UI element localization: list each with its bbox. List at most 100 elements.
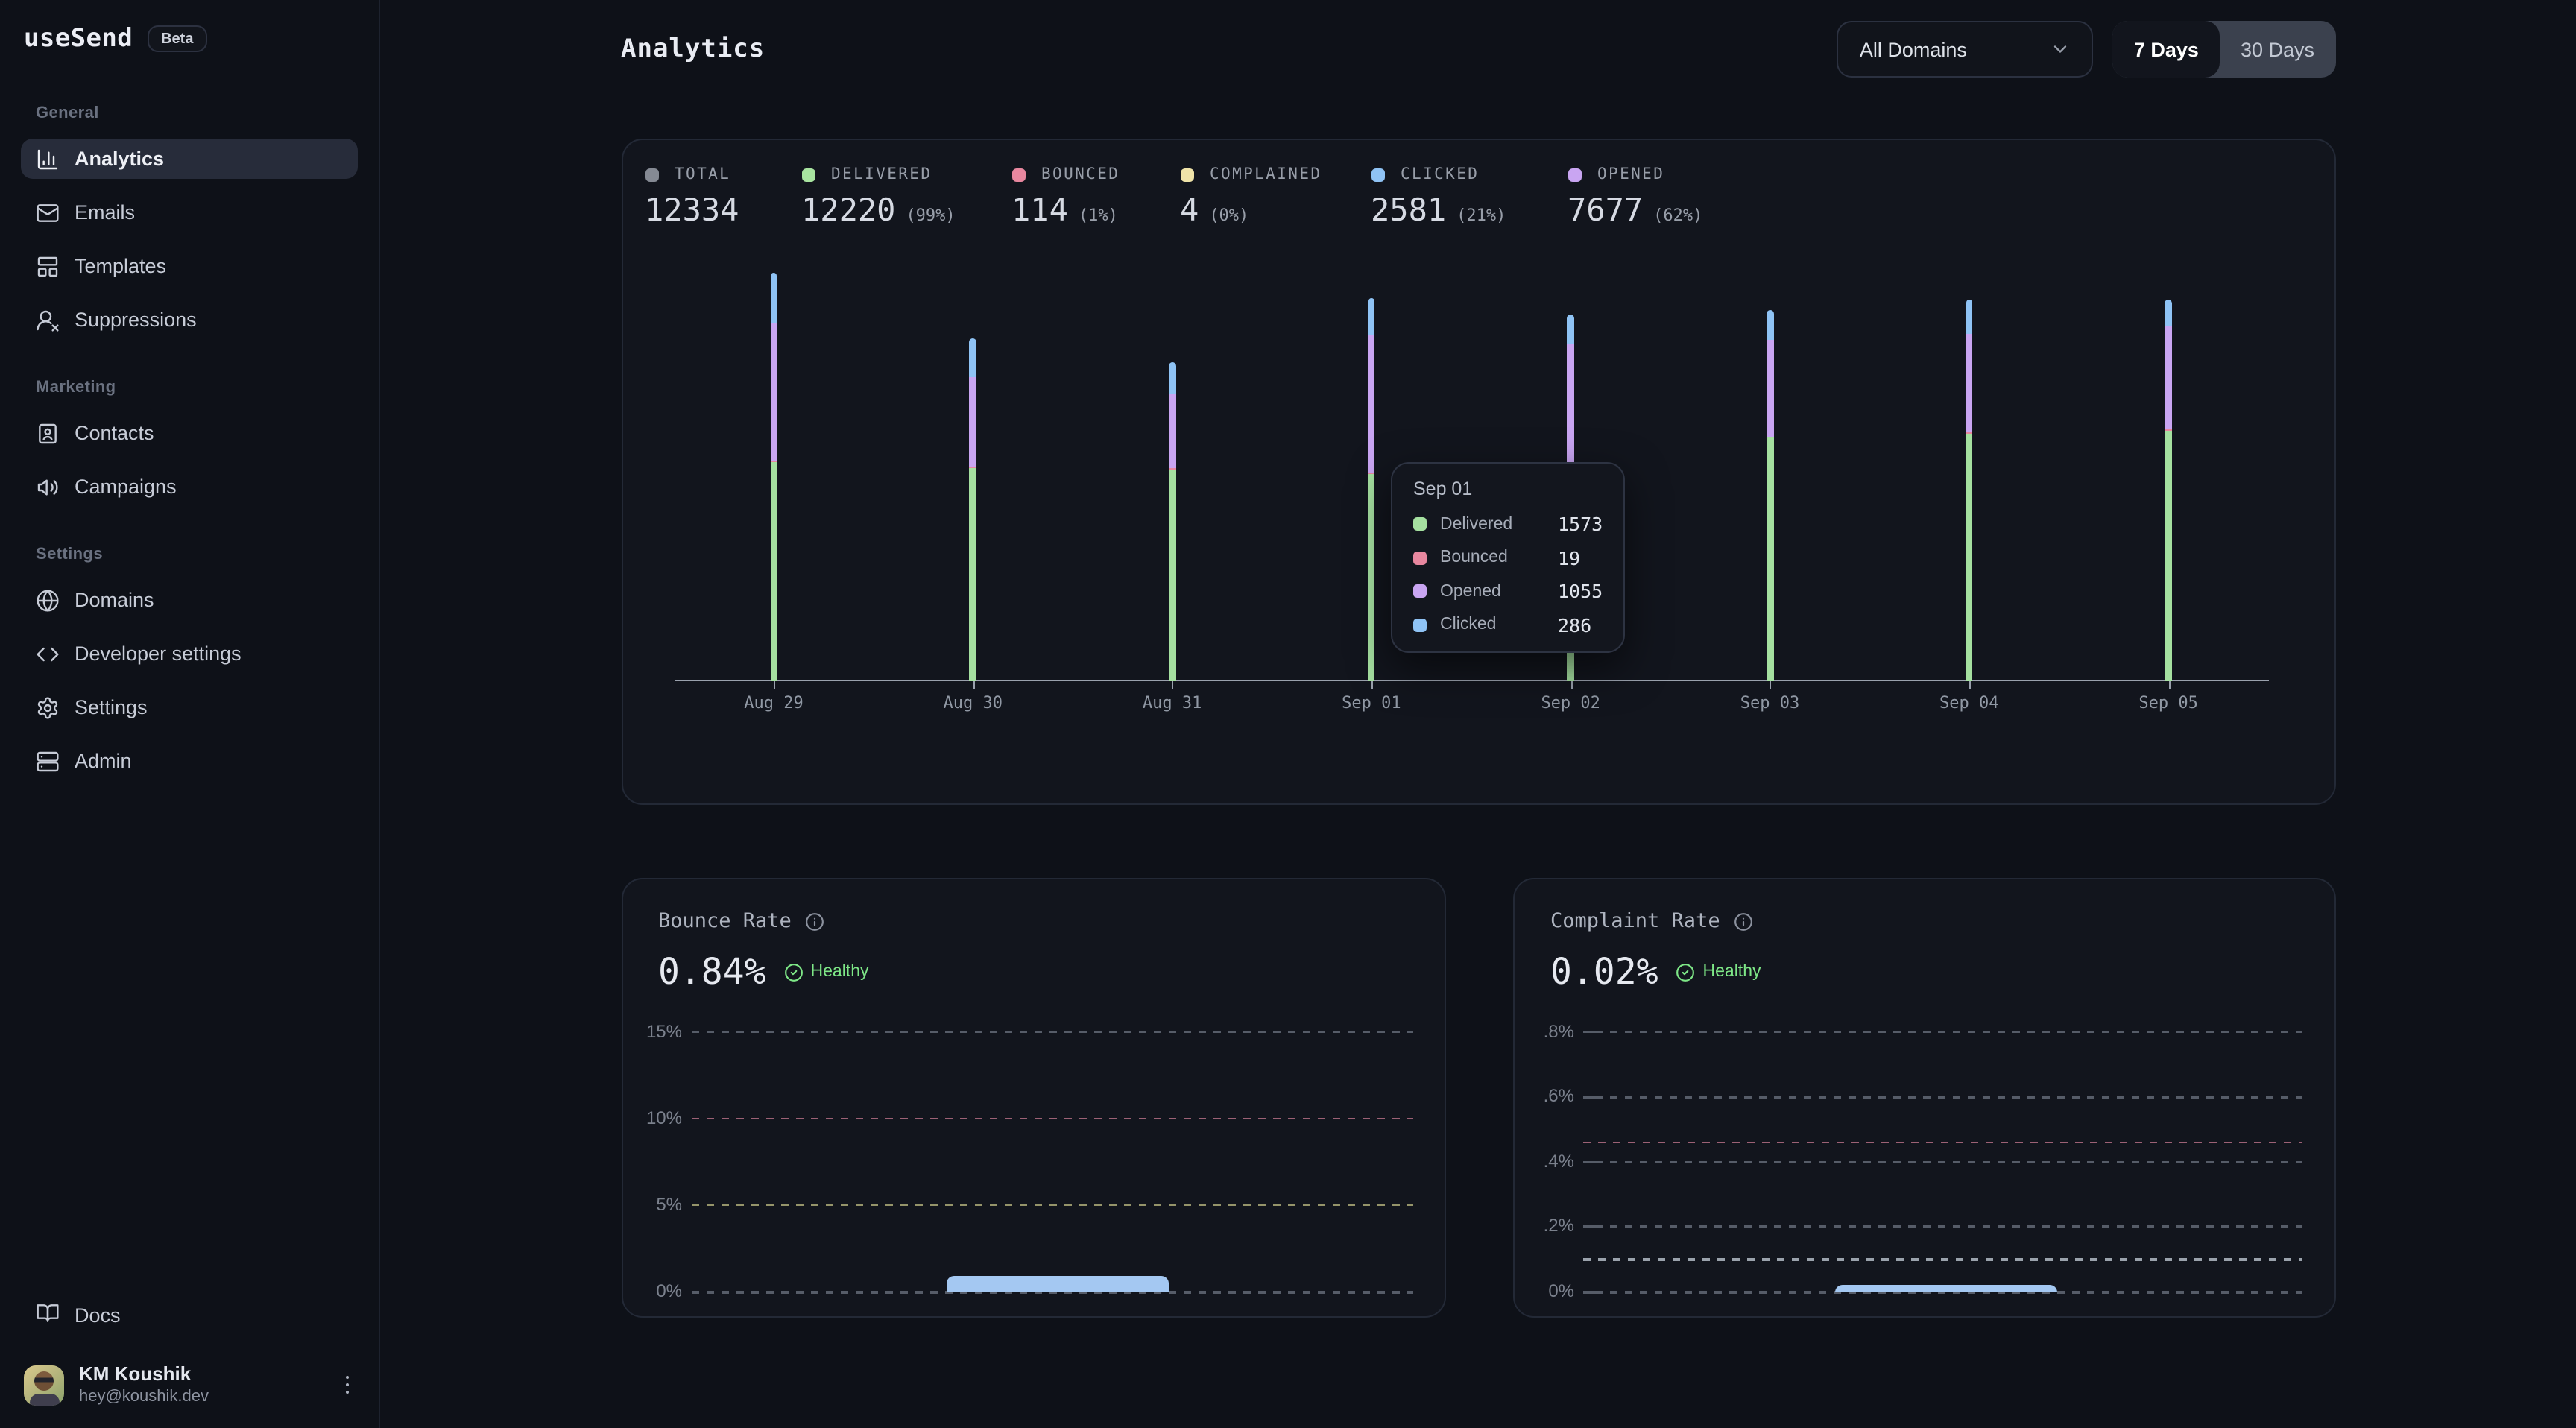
sidebar-item-admin[interactable]: Admin [21, 741, 358, 781]
stacked-bar-sep-03[interactable] [1767, 310, 1773, 682]
bar-segment-clicked [1368, 298, 1374, 335]
sidebar-item-emails[interactable]: Emails [21, 192, 358, 233]
rate-bar[interactable] [946, 1276, 1169, 1293]
domain-filter-value: All Domains [1860, 38, 1967, 60]
x-axis-label: Sep 03 [1718, 693, 1822, 713]
sidebar-item-label: Developer settings [75, 642, 242, 665]
complaint-rate-value: 0.02% [1550, 954, 1658, 990]
sidebar-section: SettingsDomainsDeveloper settingsSetting… [21, 546, 358, 781]
sidebar-item-label: Contacts [75, 422, 154, 444]
y-axis-tick [1583, 1031, 1603, 1033]
tooltip-value: 1055 [1558, 580, 1603, 602]
sidebar-nav: General Analytics Emails Templates Suppressi… [21, 66, 358, 794]
x-axis-tick [1969, 680, 1971, 688]
y-axis-tick [1583, 1096, 1603, 1098]
gridline-dashes [1610, 1031, 2302, 1033]
y-axis-label: 0% [1524, 1280, 1574, 1301]
user-menu-icon[interactable] [339, 1370, 355, 1400]
tooltip-color-chip [1413, 618, 1427, 631]
tooltip-label: Delivered [1440, 515, 1512, 533]
app-logo: useSend [24, 24, 133, 54]
tooltip-row-clicked: Clicked286 [1413, 615, 1602, 634]
y-axis-label: 5% [631, 1194, 682, 1215]
stacked-bar-sep-01[interactable] [1368, 298, 1374, 682]
tooltip-row-delivered: Delivered1573 [1413, 514, 1602, 534]
gear-icon [36, 695, 60, 719]
server-icon [36, 749, 60, 773]
rate-cards-row: Bounce Rate 0.84% Healthy 15%10%5%0% [621, 878, 2335, 1317]
sidebar-item-label: Analytics [75, 148, 164, 170]
complaint-status-badge: Healthy [1676, 962, 1761, 982]
toggle-30-days[interactable]: 30 Days [2220, 21, 2335, 78]
sidebar-item-label: Templates [75, 255, 166, 277]
toggle-7-days[interactable]: 7 Days [2113, 21, 2220, 78]
y-axis-label: 10% [631, 1107, 682, 1128]
x-axis-tick [973, 680, 974, 688]
sidebar-item-label: Suppressions [75, 309, 197, 331]
tooltip-label: Bounced [1440, 549, 1508, 566]
y-axis-label: .6% [1524, 1085, 1574, 1106]
gridline-threshold-0.1 [1515, 1258, 2334, 1261]
tooltip-color-chip [1413, 551, 1427, 564]
sidebar-item-domains[interactable]: Domains [21, 580, 358, 620]
template-icon [36, 254, 60, 278]
bar-segment-opened [1169, 394, 1175, 468]
bar-segment-delivered [2165, 431, 2172, 682]
check-circle-icon [1676, 962, 1696, 982]
user-row[interactable]: KM Koushik hey@koushik.dev [21, 1359, 358, 1410]
bounce-status-badge: Healthy [784, 962, 869, 982]
x-axis-label: Aug 30 [921, 693, 1025, 713]
gridline-dashes [1583, 1141, 2302, 1143]
x-axis-tick [1570, 680, 1572, 688]
y-axis-tick [1583, 1226, 1603, 1228]
tooltip-value: 19 [1558, 546, 1580, 569]
sidebar-item-settings[interactable]: Settings [21, 687, 358, 727]
stacked-bar-aug-29[interactable] [771, 274, 777, 682]
code-icon [36, 642, 60, 666]
x-axis-tick [774, 680, 775, 688]
stacked-bar-sep-04[interactable] [1966, 300, 1972, 682]
x-axis-label: Sep 01 [1319, 693, 1424, 713]
bounce-rate-title: Bounce Rate [658, 909, 792, 933]
user-email: hey@koushik.dev [79, 1386, 324, 1407]
sidebar-section-label: Marketing [36, 379, 358, 397]
stacked-bar-sep-05[interactable] [2165, 300, 2172, 682]
x-axis-label: Sep 05 [2116, 693, 2220, 713]
stacked-bar-aug-31[interactable] [1169, 362, 1175, 682]
y-axis-label: 0% [631, 1280, 682, 1301]
bar-segment-delivered [1368, 475, 1374, 682]
sidebar-item-campaigns[interactable]: Campaigns [21, 467, 358, 507]
bar-segment-delivered [1966, 434, 1972, 682]
sidebar-section-label: General [36, 104, 358, 122]
tooltip-row-opened: Opened1055 [1413, 581, 1602, 601]
gridline-dashes [1610, 1226, 2302, 1228]
gridline-dashes [691, 1031, 1412, 1033]
sidebar-item-contacts[interactable]: Contacts [21, 413, 358, 453]
chevron-down-icon [2051, 39, 2071, 60]
gridline-.4%: .4% [1515, 1161, 2334, 1164]
user-meta: KM Koushik hey@koushik.dev [79, 1362, 324, 1407]
info-icon [805, 912, 824, 931]
user-name: KM Koushik [79, 1362, 324, 1386]
rate-bar[interactable] [1835, 1284, 2057, 1293]
avatar [24, 1365, 64, 1405]
sidebar-item-analytics[interactable]: Analytics [21, 139, 358, 179]
gridline-dashes [691, 1117, 1412, 1119]
bar-segment-clicked [2165, 300, 2172, 326]
domain-filter-select[interactable]: All Domains [1837, 21, 2094, 78]
complaint-rate-card: Complaint Rate 0.02% Healthy .8%.6%.4%.2… [1513, 878, 2335, 1317]
sidebar-item-docs[interactable]: Docs [21, 1295, 358, 1336]
bar-segment-delivered [1767, 437, 1773, 682]
sidebar-item-developer-settings[interactable]: Developer settings [21, 634, 358, 674]
gridline-dashes [1583, 1258, 2302, 1260]
complaint-rate-title: Complaint Rate [1550, 909, 1720, 933]
date-range-toggle: 7 Days 30 Days [2113, 21, 2335, 78]
bar-segment-clicked [1568, 315, 1574, 344]
gridline-.8%: .8% [1515, 1031, 2334, 1034]
sidebar-item-templates[interactable]: Templates [21, 246, 358, 286]
bar-segment-opened [1568, 344, 1574, 473]
tooltip-value: 286 [1558, 613, 1591, 636]
sidebar-item-suppressions[interactable]: Suppressions [21, 300, 358, 340]
analytics-chart-card: TOTAL 12334DELIVERED 12220(99%)BOUNCED 1… [621, 139, 2335, 805]
stacked-bar-aug-30[interactable] [970, 339, 976, 682]
